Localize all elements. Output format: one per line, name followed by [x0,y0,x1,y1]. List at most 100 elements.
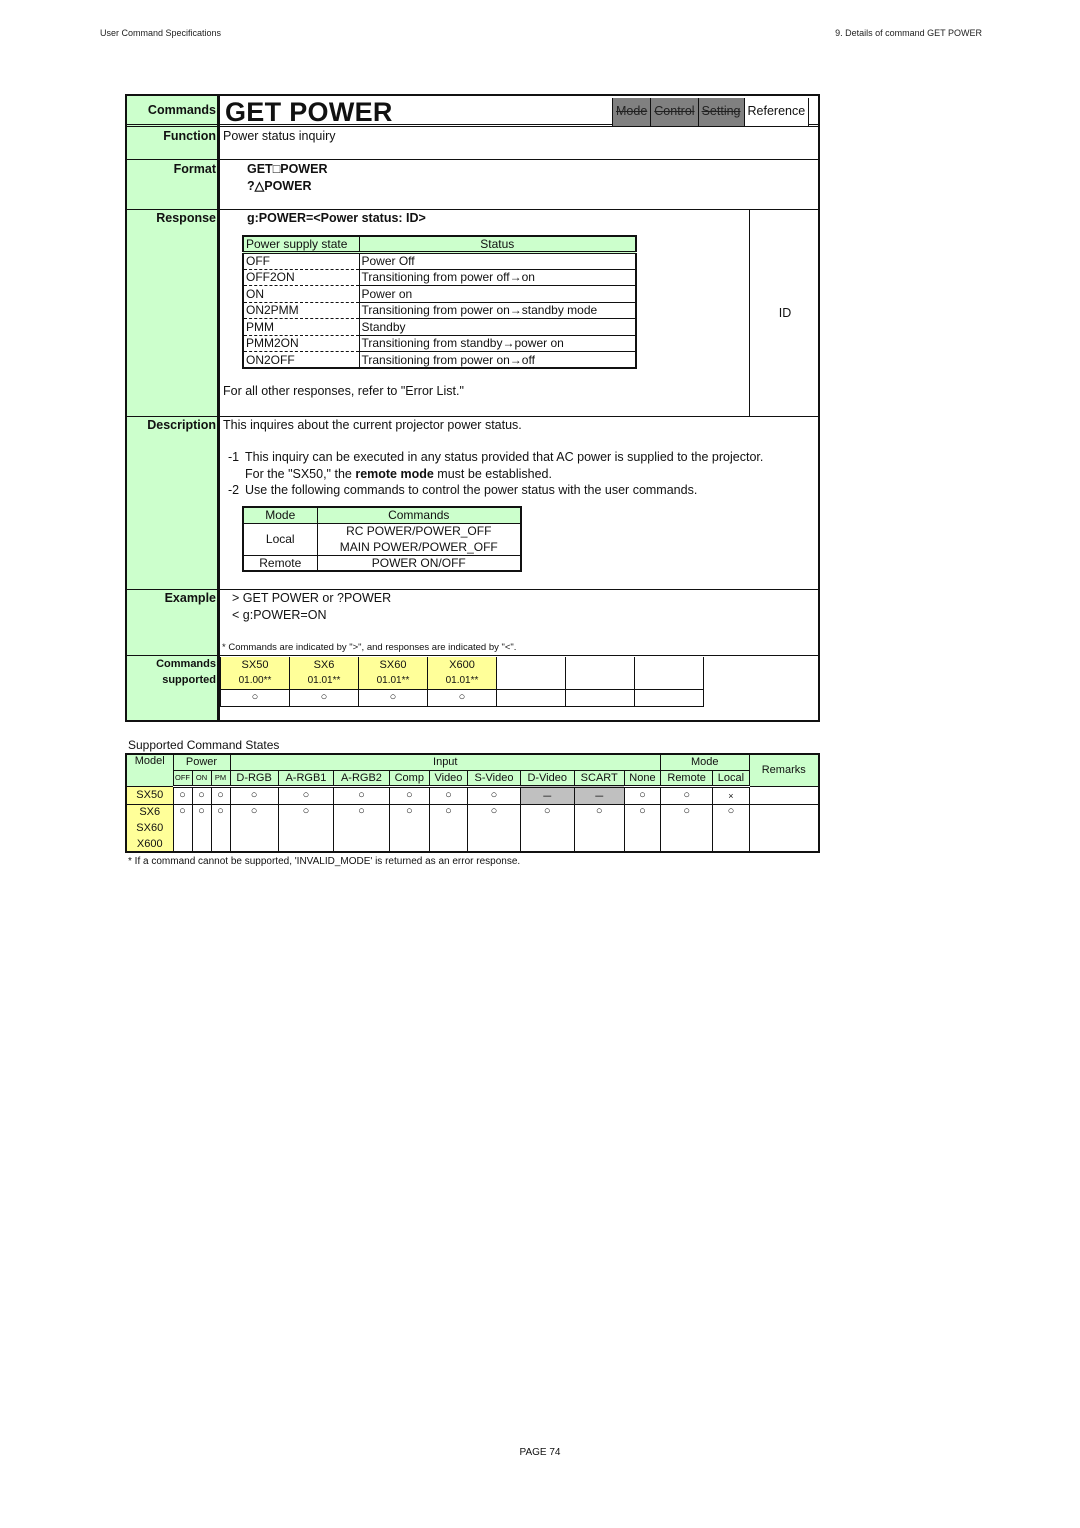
table-row: SX6 ○ ○ ○ ○ ○ ○ ○ ○ ○ ○ ○ ○ ○ ○ [125,803,820,853]
supported-mark: ○ [427,689,497,707]
supported-mark: ○ [220,689,290,707]
table-row: PMM2ON Transitioning from standby→power … [243,335,636,352]
header-power-on: ON [191,769,212,788]
status-cell: Power Off [359,252,636,270]
status-cell: Transitioning from standby→power on [359,335,636,352]
header-input-argb2: A-RGB2 [333,769,390,788]
label-commands: Commands [147,103,216,117]
status-cell: Power on [359,285,636,303]
note-1-number: -1 [228,450,240,464]
tag-control: Control [651,98,699,126]
note-1-line-2-pre: For the "SX50," the [245,467,356,481]
label-response: Response [156,211,216,225]
state-mark: ○ [388,803,430,853]
header-input-none: None [623,769,662,788]
state-mark: ○ [388,785,430,805]
model-version: 01.01** [289,673,359,690]
state-cell: OFF [243,252,360,270]
header-power: Power [172,753,231,771]
header-input-scart: SCART [573,769,625,788]
function-text: Power status inquiry [223,129,336,143]
model-cell: SX60 [125,820,174,836]
description-summary: This inquires about the current projecto… [223,418,522,432]
state-mark: ○ [712,803,750,853]
commands-cell: MAIN POWER/POWER_OFF [317,539,521,556]
id-column: ID [749,210,820,416]
model-cell: X600 [125,836,174,853]
state-mark: ○ [210,803,231,853]
state-mark-unsupported: × [712,785,750,805]
state-mark: ○ [172,803,193,853]
header-mode: Mode [660,753,750,771]
state-cell: PMM [243,318,360,336]
header-power-supply-state: Power supply state [243,236,360,254]
command-card: Commands Function Format Response Descri… [125,94,820,722]
tag-setting: Setting [698,98,745,126]
header-input-comp: Comp [388,769,430,788]
tag-mode: Mode [613,98,652,126]
divider [127,655,818,656]
table-row: ON2PMM Transitioning from power on→stand… [243,302,636,319]
state-cell: ON2PMM [243,302,360,319]
example-response: < g:POWER=ON [232,608,327,622]
divider [127,159,818,160]
invalid-mode-note: * If a command cannot be supported, 'INV… [128,856,521,867]
model-cell: SX50 [125,785,174,805]
status-cell: Transitioning from power on→off [361,352,535,367]
note-1-line-2: For the "SX50," the remote mode must be … [245,467,552,481]
label-commands-supported-1: Commands [156,658,216,670]
page-number: PAGE 74 [519,1447,561,1458]
page-header-right: 9. Details of command GET POWER [835,28,982,38]
header-remarks: Remarks [748,753,820,787]
label-description: Description [147,418,216,432]
state-mark: ○ [210,785,231,805]
state-cell: PMM2ON [243,335,360,352]
model-version: 01.01** [358,673,428,690]
state-mark: ○ [191,803,212,853]
state-mark-na: － [519,785,575,805]
empty-cell [634,689,704,707]
example-command: > GET POWER or ?POWER [232,591,392,605]
state-mark: ○ [428,785,469,805]
command-title: GET POWER [225,97,393,127]
status-cell: Standby [359,318,636,336]
state-mark: ○ [172,785,193,805]
empty-cell [565,657,635,690]
header-status: Status [359,236,636,254]
table-row: SX50 ○ ○ ○ ○ ○ ○ ○ ○ ○ － － ○ ○ × [125,785,820,805]
supported-mark: ○ [358,689,428,707]
note-1-line-1: This inquiry can be executed in any stat… [245,450,764,464]
remote-mode-emphasis: remote mode [355,467,434,481]
format-line-1: GET□POWER [247,162,328,176]
page-header-left: User Command Specifications [100,28,222,38]
header-input-drgb: D-RGB [229,769,279,788]
header-input: Input [229,753,661,771]
remarks-cell [748,803,820,853]
header-input-dvideo: D-Video [519,769,575,788]
mode-commands-table: Mode Commands Local RC POWER/POWER_OFF M… [242,506,522,572]
state-mark: ○ [277,803,335,853]
table-row: Remote POWER ON/OFF [243,555,521,571]
format-line-2: ?△POWER [247,179,312,193]
commands-cell: POWER ON/OFF [371,555,466,570]
error-list-note: For all other responses, refer to "Error… [223,384,464,398]
note-2-text: Use the following commands to control th… [245,483,698,497]
label-format: Format [173,162,216,176]
state-mark-na: － [573,785,625,805]
label-example: Example [164,591,216,605]
status-cell: Transitioning from power on→standby mode [359,302,636,319]
state-mark: ○ [277,785,335,805]
mode-cell: Local [243,523,318,556]
model-name: SX60 [358,657,428,673]
state-cell: OFF2ON [243,269,360,286]
power-status-table: Power supply state Status OFF Power Off … [242,235,637,369]
supported-models-grid: SX50 SX6 SX60 X600 01.00** 01.01** 01.01… [220,657,704,707]
state-cell: ON2OFF [243,351,360,368]
supported-states-table: Model Power Input Mode Remarks OFF ON PM… [125,753,820,853]
header-model: Model [125,753,174,787]
tag-reference: Reference [744,98,810,126]
state-cell: ON [243,285,360,303]
table-row: Local RC POWER/POWER_OFF [243,523,521,556]
state-mark: ○ [659,785,714,805]
note-2-number: -2 [228,483,240,497]
